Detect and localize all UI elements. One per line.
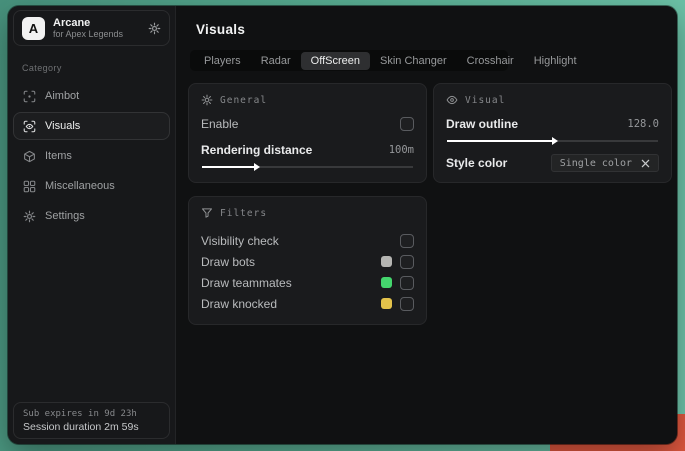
- panel-grid: General Enable Rendering distance 100m F…: [188, 83, 672, 325]
- tab-skin-changer[interactable]: Skin Changer: [370, 52, 457, 70]
- draw-outline-slider[interactable]: [447, 137, 658, 145]
- draw-outline-label: Draw outline: [446, 117, 519, 131]
- draw-outline-value: 128.0: [627, 118, 659, 130]
- style-color-row: Style color Single color: [446, 154, 659, 172]
- app-window: A Arcane for Apex Legends Category Aimbo…: [8, 6, 677, 444]
- grid-icon: [23, 180, 36, 193]
- enable-checkbox[interactable]: [400, 117, 414, 131]
- sidebar-item-label: Aimbot: [45, 90, 80, 102]
- sidebar-item-items[interactable]: Items: [13, 142, 170, 170]
- draw-bots-label: Draw bots: [201, 254, 256, 269]
- draw-knocked-controls: [381, 296, 414, 311]
- draw-knocked-color-swatch[interactable]: [381, 298, 392, 309]
- page-title: Visuals: [196, 22, 246, 37]
- app-subtitle: for Apex Legends: [53, 29, 124, 40]
- right-column: Visual Draw outline 128.0 Style color Si…: [433, 83, 672, 325]
- sidebar: A Arcane for Apex Legends Category Aimbo…: [8, 6, 176, 444]
- style-color-value: Single color: [559, 157, 632, 169]
- enable-row: Enable: [201, 117, 414, 131]
- enable-label: Enable: [201, 117, 239, 131]
- visual-panel-header: Visual: [446, 94, 659, 106]
- draw-outline-row: Draw outline 128.0: [446, 117, 659, 131]
- rendering-distance-row: Rendering distance 100m: [201, 143, 414, 157]
- draw-bots-controls: [381, 254, 414, 269]
- funnel-icon: [201, 207, 213, 219]
- general-panel-title: General: [220, 94, 268, 106]
- sub-expires-text: Sub expires in 9d 23h: [23, 408, 137, 419]
- rendering-distance-value: 100m: [388, 144, 414, 156]
- slider-fill: [202, 163, 260, 171]
- general-panel-header: General: [201, 94, 414, 106]
- draw-knocked-row: Draw knocked: [201, 293, 414, 314]
- filters-panel: Filters Visibility check Draw bots Draw …: [188, 196, 427, 325]
- session-duration-text: Session duration 2m 59s: [23, 420, 139, 433]
- app-logo-text: Arcane for Apex Legends: [53, 17, 140, 40]
- filters-panel-header: Filters: [201, 207, 414, 219]
- app-logo-letter: A: [28, 20, 39, 36]
- sidebar-item-label: Settings: [45, 210, 85, 222]
- tab-bar: Players Radar OffScreen Skin Changer Cro…: [190, 50, 577, 71]
- slider-fill: [447, 137, 558, 145]
- visual-panel-title: Visual: [465, 94, 506, 106]
- draw-bots-row: Draw bots: [201, 251, 414, 272]
- style-color-label: Style color: [446, 156, 508, 170]
- tab-radar[interactable]: Radar: [251, 52, 301, 70]
- desktop-background: A Arcane for Apex Legends Category Aimbo…: [0, 0, 685, 451]
- gear-icon[interactable]: [148, 22, 161, 35]
- left-column: General Enable Rendering distance 100m F…: [188, 83, 427, 325]
- sidebar-item-label: Items: [45, 150, 72, 162]
- subscription-info-card: Sub expires in 9d 23h Session duration 2…: [13, 402, 170, 439]
- filters-panel-title: Filters: [220, 207, 268, 219]
- visibility-check-checkbox[interactable]: [400, 233, 414, 248]
- tab-players[interactable]: Players: [194, 52, 251, 70]
- draw-bots-color-swatch[interactable]: [381, 256, 392, 267]
- sidebar-item-aimbot[interactable]: Aimbot: [13, 82, 170, 110]
- slider-thumb[interactable]: [253, 163, 260, 171]
- sidebar-item-label: Miscellaneous: [45, 180, 115, 192]
- draw-teammates-checkbox[interactable]: [400, 275, 414, 290]
- draw-knocked-checkbox[interactable]: [400, 296, 414, 311]
- style-color-select[interactable]: Single color: [550, 154, 659, 172]
- app-logo: A: [22, 16, 45, 40]
- general-panel: General Enable Rendering distance 100m: [188, 83, 427, 183]
- draw-teammates-controls: [381, 275, 414, 290]
- tab-offscreen[interactable]: OffScreen: [300, 51, 370, 70]
- eye-icon: [446, 94, 458, 106]
- sidebar-item-miscellaneous[interactable]: Miscellaneous: [13, 172, 170, 200]
- sidebar-item-label: Visuals: [45, 120, 81, 132]
- visibility-check-label: Visibility check: [201, 233, 279, 248]
- draw-teammates-row: Draw teammates: [201, 272, 414, 293]
- draw-teammates-color-swatch[interactable]: [381, 277, 392, 288]
- rendering-distance-slider[interactable]: [202, 163, 413, 171]
- tab-highlight[interactable]: Highlight: [524, 52, 587, 70]
- sidebar-nav: Aimbot Visuals Items Miscellaneous Setti…: [13, 82, 170, 230]
- crosshair-icon: [23, 90, 36, 103]
- sidebar-item-settings[interactable]: Settings: [13, 202, 170, 230]
- close-icon[interactable]: [641, 159, 650, 168]
- eye-scan-icon: [23, 120, 36, 133]
- visibility-check-row: Visibility check: [201, 230, 414, 251]
- category-label: Category: [22, 63, 62, 73]
- package-icon: [23, 150, 36, 163]
- draw-bots-checkbox[interactable]: [400, 254, 414, 269]
- app-name: Arcane: [53, 16, 91, 29]
- app-logo-card: A Arcane for Apex Legends: [13, 10, 170, 46]
- rendering-distance-label: Rendering distance: [201, 143, 313, 157]
- draw-teammates-label: Draw teammates: [201, 275, 292, 290]
- main-content: Visuals Players Radar OffScreen Skin Cha…: [176, 6, 677, 444]
- slider-thumb[interactable]: [551, 137, 558, 145]
- visual-panel: Visual Draw outline 128.0 Style color Si…: [433, 83, 672, 183]
- sun-icon: [201, 94, 213, 106]
- tab-crosshair[interactable]: Crosshair: [457, 52, 524, 70]
- gear-icon: [23, 210, 36, 223]
- draw-knocked-label: Draw knocked: [201, 296, 278, 311]
- sidebar-item-visuals[interactable]: Visuals: [13, 112, 170, 140]
